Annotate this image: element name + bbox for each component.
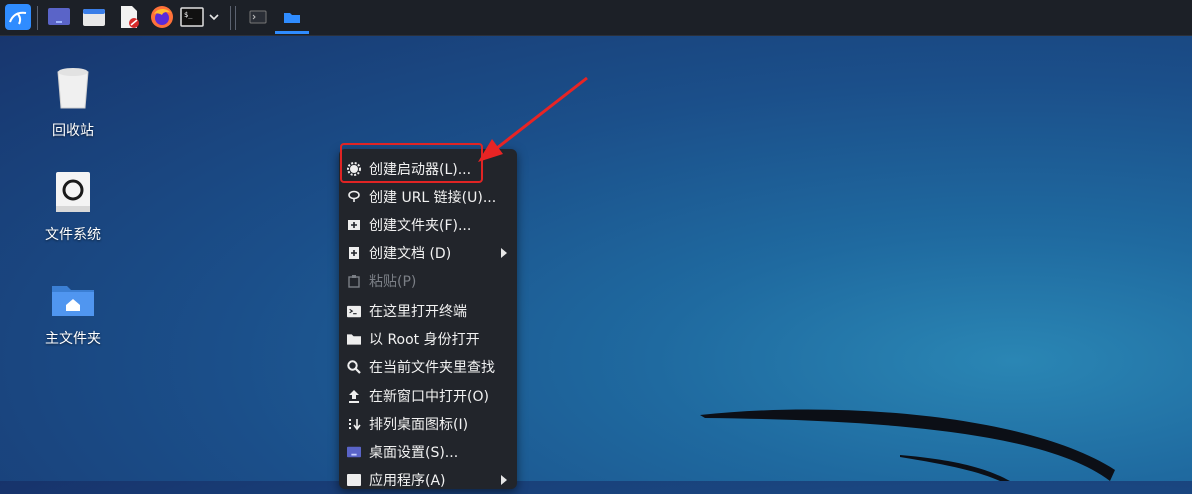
menu-item-applications[interactable]: 应用程序(A) — [339, 466, 517, 494]
desktop-settings-icon — [347, 446, 361, 458]
menu-item-label: 粘贴(P) — [369, 274, 417, 290]
upload-arrow-icon — [349, 389, 359, 403]
submenu-arrow-icon — [501, 248, 507, 258]
menu-item-search-in-folder[interactable]: 在当前文件夹里查找 — [339, 353, 517, 381]
menu-item-paste[interactable]: 粘贴(P) — [339, 267, 517, 295]
desktop-context-menu: 创建启动器(L)... 创建 URL 链接(U)... 创建文件夹(F)... … — [339, 149, 517, 489]
menu-item-label: 在当前文件夹里查找 — [369, 360, 495, 376]
submenu-arrow-icon — [501, 475, 507, 485]
menu-item-arrange-icons[interactable]: 排列桌面图标(I) — [339, 410, 517, 438]
terminal-icon — [347, 305, 361, 317]
menu-item-label: 创建文档 (D) — [369, 246, 452, 262]
drive-icon — [56, 172, 90, 212]
menu-item-create-document[interactable]: 创建文档 (D) — [339, 239, 517, 267]
annotation-highlight-box — [340, 143, 483, 183]
new-folder-icon — [348, 220, 360, 230]
link-icon — [348, 190, 360, 202]
sort-icon — [348, 418, 361, 430]
menu-item-create-url-link[interactable]: 创建 URL 链接(U)... — [339, 183, 517, 211]
desktop-icon-label: 主文件夹 — [45, 331, 101, 347]
menu-item-label: 创建 URL 链接(U)... — [369, 190, 497, 206]
menu-item-label: 应用程序(A) — [369, 473, 446, 489]
menu-item-open-terminal-here[interactable]: 在这里打开终端 — [339, 297, 517, 325]
trash-icon — [57, 68, 89, 109]
menu-item-label: 创建文件夹(F)... — [369, 218, 472, 234]
menu-item-label: 在新窗口中打开(O) — [369, 389, 489, 405]
desktop-icon-filesystem[interactable]: 文件系统 — [28, 170, 118, 244]
clipboard-icon — [348, 274, 360, 288]
new-document-icon — [349, 247, 359, 259]
home-folder-icon — [52, 286, 94, 316]
menu-item-create-folder[interactable]: 创建文件夹(F)... — [339, 211, 517, 239]
desktop-icon-label: 文件系统 — [45, 227, 101, 243]
menu-item-open-new-window[interactable]: 在新窗口中打开(O) — [339, 382, 517, 410]
menu-item-label: 排列桌面图标(I) — [369, 417, 469, 433]
menu-item-label: 以 Root 身份打开 — [369, 332, 480, 348]
menu-item-label: 在这里打开终端 — [369, 304, 467, 320]
wallpaper-dragon-stroke — [700, 409, 1115, 481]
desktop-icon-home[interactable]: 主文件夹 — [28, 280, 118, 348]
search-icon — [347, 360, 361, 374]
desktop-icon-label: 回收站 — [52, 123, 94, 139]
folder-icon — [347, 334, 361, 345]
menu-item-label: 桌面设置(S)... — [369, 445, 459, 461]
menu-item-desktop-settings[interactable]: 桌面设置(S)... — [339, 438, 517, 466]
applications-icon — [347, 474, 361, 486]
desktop-icon-trash[interactable]: 回收站 — [28, 64, 118, 140]
menu-item-open-as-root[interactable]: 以 Root 身份打开 — [339, 325, 517, 353]
